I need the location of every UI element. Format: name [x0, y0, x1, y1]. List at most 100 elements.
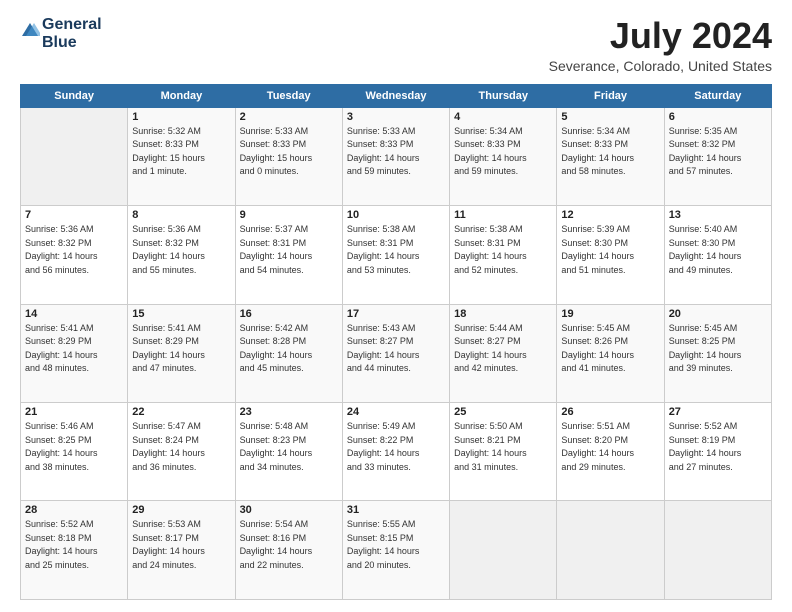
- weekday-header-friday: Friday: [557, 84, 664, 107]
- weekday-header-sunday: Sunday: [21, 84, 128, 107]
- day-cell: 21 Sunrise: 5:46 AMSunset: 8:25 PMDayligh…: [21, 403, 128, 501]
- day-info: Sunrise: 5:43 AMSunset: 8:27 PMDaylight:…: [347, 322, 445, 376]
- day-number: 25: [454, 406, 552, 418]
- day-info: Sunrise: 5:41 AMSunset: 8:29 PMDaylight:…: [25, 322, 123, 376]
- day-cell: [450, 501, 557, 600]
- day-number: 31: [347, 504, 445, 516]
- day-number: 4: [454, 111, 552, 123]
- day-number: 8: [132, 209, 230, 221]
- day-number: 22: [132, 406, 230, 418]
- day-number: 16: [240, 308, 338, 320]
- day-info: Sunrise: 5:47 AMSunset: 8:24 PMDaylight:…: [132, 420, 230, 474]
- day-number: 9: [240, 209, 338, 221]
- logo-icon: [20, 21, 40, 41]
- day-number: 24: [347, 406, 445, 418]
- header: General Blue July 2024 Severance, Colora…: [20, 16, 772, 74]
- day-number: 11: [454, 209, 552, 221]
- weekday-header-tuesday: Tuesday: [235, 84, 342, 107]
- day-info: Sunrise: 5:41 AMSunset: 8:29 PMDaylight:…: [132, 322, 230, 376]
- day-number: 14: [25, 308, 123, 320]
- day-cell: 4Sunrise: 5:34 AMSunset: 8:33 PMDaylight…: [450, 107, 557, 205]
- day-info: Sunrise: 5:52 AMSunset: 8:19 PMDaylight:…: [669, 420, 767, 474]
- day-number: 6: [669, 111, 767, 123]
- day-cell: [557, 501, 664, 600]
- week-row-4: 21 Sunrise: 5:46 AMSunset: 8:25 PMDayligh…: [21, 403, 772, 501]
- day-cell: 5 Sunrise: 5:34 AMSunset: 8:33 PMDaylight…: [557, 107, 664, 205]
- day-number: 3: [347, 111, 445, 123]
- week-row-2: 7 Sunrise: 5:36 AMSunset: 8:32 PMDaylight…: [21, 206, 772, 304]
- day-cell: 14 Sunrise: 5:41 AMSunset: 8:29 PMDayligh…: [21, 304, 128, 402]
- day-info: Sunrise: 5:53 AMSunset: 8:17 PMDaylight:…: [132, 518, 230, 572]
- day-cell: 23 Sunrise: 5:48 AMSunset: 8:23 PMDayligh…: [235, 403, 342, 501]
- week-row-3: 14 Sunrise: 5:41 AMSunset: 8:29 PMDayligh…: [21, 304, 772, 402]
- day-number: 29: [132, 504, 230, 516]
- day-number: 26: [561, 406, 659, 418]
- day-cell: 13 Sunrise: 5:40 AMSunset: 8:30 PMDayligh…: [664, 206, 771, 304]
- day-cell: 29 Sunrise: 5:53 AMSunset: 8:17 PMDayligh…: [128, 501, 235, 600]
- day-number: 18: [454, 308, 552, 320]
- weekday-header-row: SundayMondayTuesdayWednesdayThursdayFrid…: [21, 84, 772, 107]
- day-cell: 8 Sunrise: 5:36 AMSunset: 8:32 PMDaylight…: [128, 206, 235, 304]
- day-info: Sunrise: 5:33 AMSunset: 8:33 PMDaylight:…: [347, 125, 445, 179]
- day-info: Sunrise: 5:39 AMSunset: 8:30 PMDaylight:…: [561, 223, 659, 277]
- day-cell: 3 Sunrise: 5:33 AMSunset: 8:33 PMDaylight…: [342, 107, 449, 205]
- day-info: Sunrise: 5:52 AMSunset: 8:18 PMDaylight:…: [25, 518, 123, 572]
- day-cell: 26 Sunrise: 5:51 AMSunset: 8:20 PMDayligh…: [557, 403, 664, 501]
- day-number: 21: [25, 406, 123, 418]
- day-cell: [21, 107, 128, 205]
- day-info: Sunrise: 5:37 AMSunset: 8:31 PMDaylight:…: [240, 223, 338, 277]
- day-number: 17: [347, 308, 445, 320]
- day-info: Sunrise: 5:51 AMSunset: 8:20 PMDaylight:…: [561, 420, 659, 474]
- calendar: SundayMondayTuesdayWednesdayThursdayFrid…: [20, 84, 772, 600]
- day-number: 30: [240, 504, 338, 516]
- day-info: Sunrise: 5:38 AMSunset: 8:31 PMDaylight:…: [454, 223, 552, 277]
- day-cell: 30 Sunrise: 5:54 AMSunset: 8:16 PMDayligh…: [235, 501, 342, 600]
- day-number: 13: [669, 209, 767, 221]
- day-cell: 16Sunrise: 5:42 AMSunset: 8:28 PMDayligh…: [235, 304, 342, 402]
- day-number: 19: [561, 308, 659, 320]
- day-info: Sunrise: 5:46 AMSunset: 8:25 PMDaylight:…: [25, 420, 123, 474]
- day-cell: 10Sunrise: 5:38 AMSunset: 8:31 PMDayligh…: [342, 206, 449, 304]
- day-number: 28: [25, 504, 123, 516]
- day-info: Sunrise: 5:40 AMSunset: 8:30 PMDaylight:…: [669, 223, 767, 277]
- day-info: Sunrise: 5:45 AMSunset: 8:25 PMDaylight:…: [669, 322, 767, 376]
- day-info: Sunrise: 5:32 AMSunset: 8:33 PMDaylight:…: [132, 125, 230, 179]
- day-number: 1: [132, 111, 230, 123]
- day-number: 5: [561, 111, 659, 123]
- day-cell: 7Sunrise: 5:36 AMSunset: 8:32 PMDaylight…: [21, 206, 128, 304]
- day-info: Sunrise: 5:54 AMSunset: 8:16 PMDaylight:…: [240, 518, 338, 572]
- day-cell: 9 Sunrise: 5:37 AMSunset: 8:31 PMDaylight…: [235, 206, 342, 304]
- weekday-header-thursday: Thursday: [450, 84, 557, 107]
- day-cell: 24 Sunrise: 5:49 AMSunset: 8:22 PMDayligh…: [342, 403, 449, 501]
- location-title: Severance, Colorado, United States: [549, 58, 772, 74]
- week-row-5: 28 Sunrise: 5:52 AMSunset: 8:18 PMDayligh…: [21, 501, 772, 600]
- day-number: 15: [132, 308, 230, 320]
- day-info: Sunrise: 5:50 AMSunset: 8:21 PMDaylight:…: [454, 420, 552, 474]
- day-cell: 20 Sunrise: 5:45 AMSunset: 8:25 PMDayligh…: [664, 304, 771, 402]
- day-cell: 1 Sunrise: 5:32 AMSunset: 8:33 PMDaylight…: [128, 107, 235, 205]
- day-info: Sunrise: 5:55 AMSunset: 8:15 PMDaylight:…: [347, 518, 445, 572]
- day-cell: 15 Sunrise: 5:41 AMSunset: 8:29 PMDayligh…: [128, 304, 235, 402]
- weekday-header-wednesday: Wednesday: [342, 84, 449, 107]
- day-number: 23: [240, 406, 338, 418]
- day-cell: 31 Sunrise: 5:55 AMSunset: 8:15 PMDayligh…: [342, 501, 449, 600]
- logo: General Blue: [20, 16, 102, 51]
- day-info: Sunrise: 5:33 AMSunset: 8:33 PMDaylight:…: [240, 125, 338, 179]
- week-row-1: 1 Sunrise: 5:32 AMSunset: 8:33 PMDaylight…: [21, 107, 772, 205]
- day-info: Sunrise: 5:49 AMSunset: 8:22 PMDaylight:…: [347, 420, 445, 474]
- day-number: 12: [561, 209, 659, 221]
- weekday-header-monday: Monday: [128, 84, 235, 107]
- day-info: Sunrise: 5:48 AMSunset: 8:23 PMDaylight:…: [240, 420, 338, 474]
- day-info: Sunrise: 5:44 AMSunset: 8:27 PMDaylight:…: [454, 322, 552, 376]
- day-info: Sunrise: 5:34 AMSunset: 8:33 PMDaylight:…: [561, 125, 659, 179]
- logo-text: General Blue: [42, 16, 102, 51]
- day-cell: 11 Sunrise: 5:38 AMSunset: 8:31 PMDayligh…: [450, 206, 557, 304]
- day-number: 20: [669, 308, 767, 320]
- day-cell: [664, 501, 771, 600]
- day-info: Sunrise: 5:36 AMSunset: 8:32 PMDaylight:…: [132, 223, 230, 277]
- day-number: 7: [25, 209, 123, 221]
- day-cell: 22 Sunrise: 5:47 AMSunset: 8:24 PMDayligh…: [128, 403, 235, 501]
- day-cell: 27Sunrise: 5:52 AMSunset: 8:19 PMDayligh…: [664, 403, 771, 501]
- day-number: 10: [347, 209, 445, 221]
- title-block: July 2024 Severance, Colorado, United St…: [549, 16, 772, 74]
